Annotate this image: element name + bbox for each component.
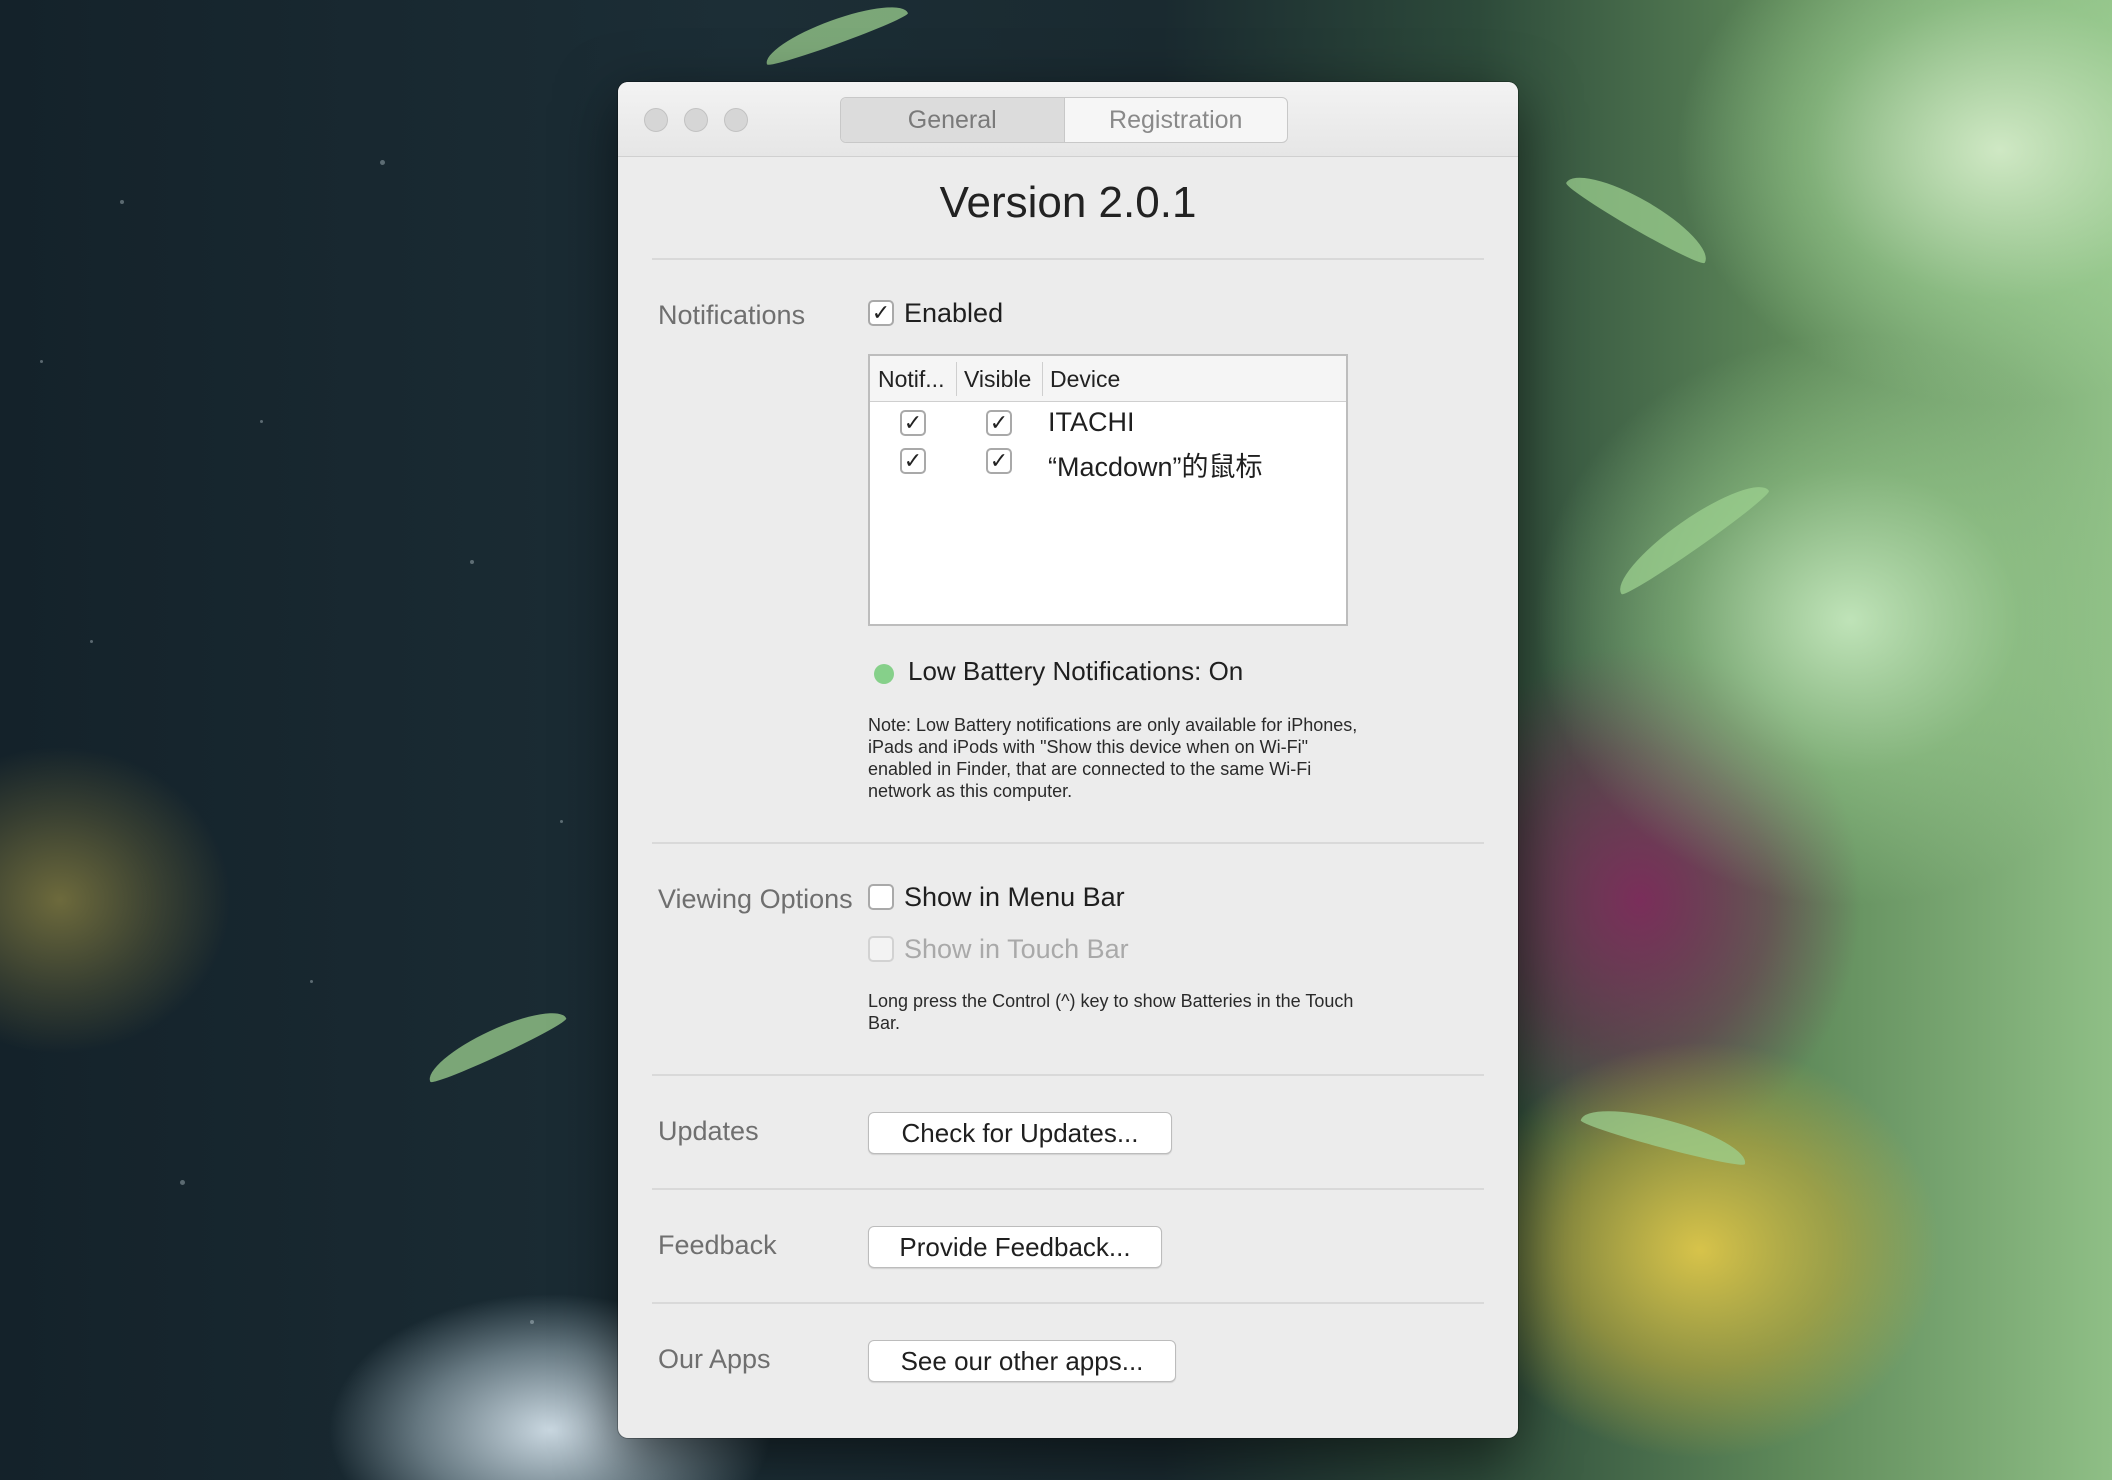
tab-switcher: General Registration	[840, 97, 1288, 143]
low-battery-note: Note: Low Battery notifications are only…	[868, 715, 1358, 801]
background-speck	[530, 1320, 534, 1324]
tab-general[interactable]: General	[841, 98, 1065, 142]
column-header-notify[interactable]: Notif...	[878, 356, 962, 402]
background-speck	[40, 360, 43, 363]
notifications-label: Notifications	[658, 300, 806, 330]
background-speck	[310, 980, 313, 983]
show-in-touch-bar-checkbox	[868, 936, 894, 962]
updates-label: Updates	[658, 1116, 759, 1146]
background-leaf	[1579, 1098, 1751, 1170]
provide-feedback-button[interactable]: Provide Feedback...	[868, 1226, 1162, 1268]
version-title: Version 2.0.1	[939, 178, 1197, 227]
show-in-menu-bar-checkbox[interactable]	[868, 884, 894, 910]
checkmark-icon: ✓	[871, 300, 891, 325]
background-speck	[90, 640, 93, 643]
background-speck	[560, 820, 563, 823]
row-notify-checkbox[interactable]: ✓	[900, 410, 926, 436]
divider	[652, 1302, 1484, 1304]
devices-table: Notif... Visible Device ✓ ✓ ITACHI ✓ ✓ “…	[868, 354, 1348, 626]
show-in-menu-bar-label: Show in Menu Bar	[904, 882, 1125, 912]
row-visible-checkbox[interactable]: ✓	[986, 448, 1012, 474]
background-speck	[380, 160, 385, 165]
title-bar: General Registration	[618, 82, 1518, 157]
show-in-touch-bar-label: Show in Touch Bar	[904, 934, 1129, 964]
column-header-visible[interactable]: Visible	[964, 356, 1044, 402]
checkmark-icon: ✓	[989, 410, 1009, 435]
minimize-button[interactable]	[684, 108, 708, 132]
divider	[652, 1188, 1484, 1190]
background-leaf	[1563, 162, 1717, 268]
zoom-button[interactable]	[724, 108, 748, 132]
device-name: ITACHI	[1048, 407, 1135, 437]
viewing-options-label: Viewing Options	[658, 884, 853, 914]
column-separator	[956, 362, 957, 396]
table-header: Notif... Visible Device	[870, 356, 1346, 402]
divider	[652, 1074, 1484, 1076]
column-header-device[interactable]: Device	[1050, 356, 1250, 402]
divider	[652, 258, 1484, 260]
checkmark-icon: ✓	[903, 410, 923, 435]
row-visible-checkbox[interactable]: ✓	[986, 410, 1012, 436]
notifications-enabled-label: Enabled	[904, 298, 1004, 328]
preferences-window: General Registration Version 2.0.1 Notif…	[618, 82, 1518, 1438]
notifications-enabled-checkbox[interactable]: ✓	[868, 300, 894, 326]
background-speck	[260, 420, 263, 423]
checkmark-icon: ✓	[989, 448, 1009, 473]
device-name: “Macdown”的鼠标	[1048, 452, 1263, 482]
feedback-label: Feedback	[658, 1230, 777, 1260]
divider	[652, 842, 1484, 844]
our-apps-label: Our Apps	[658, 1344, 771, 1374]
background-leaf	[421, 999, 569, 1087]
close-button[interactable]	[644, 108, 668, 132]
column-separator	[1042, 362, 1043, 396]
status-indicator-icon	[874, 664, 894, 684]
see-other-apps-button[interactable]: See our other apps...	[868, 1340, 1176, 1382]
background-speck	[180, 1180, 185, 1185]
background-leaf	[1607, 471, 1773, 599]
touch-bar-note: Long press the Control (^) key to show B…	[868, 991, 1354, 1033]
row-notify-checkbox[interactable]: ✓	[900, 448, 926, 474]
tab-registration[interactable]: Registration	[1065, 98, 1288, 142]
background-speck	[120, 200, 124, 204]
checkmark-icon: ✓	[903, 448, 923, 473]
background-leaf	[760, 0, 910, 69]
check-for-updates-button[interactable]: Check for Updates...	[868, 1112, 1172, 1154]
background-speck	[470, 560, 474, 564]
low-battery-status: Low Battery Notifications: On	[908, 656, 1244, 686]
